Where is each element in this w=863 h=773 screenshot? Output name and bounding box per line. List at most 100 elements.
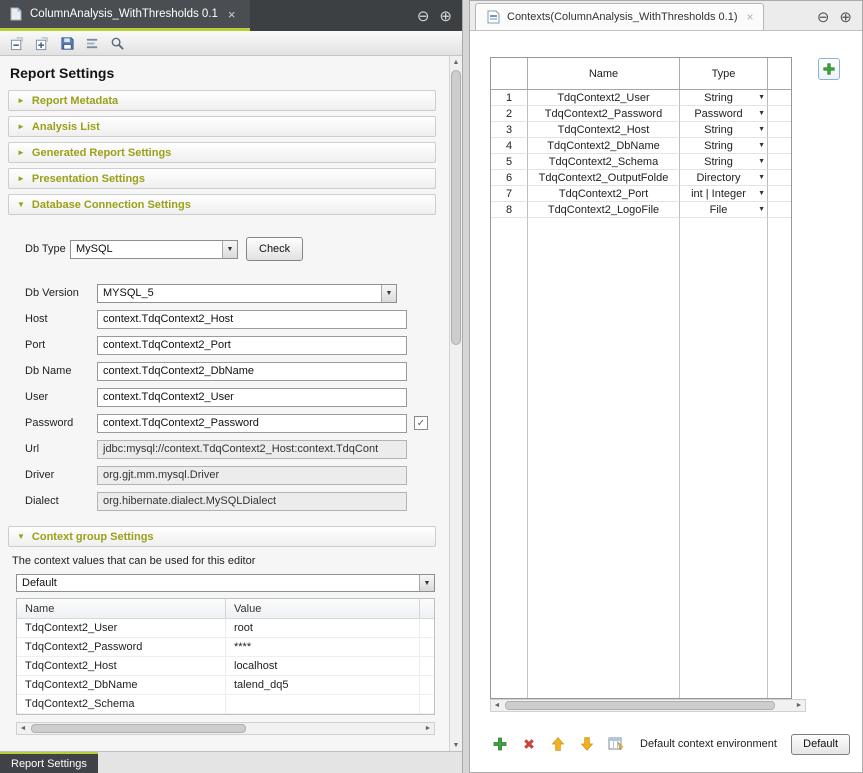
table-row[interactable]: 4 TdqContext2_DbName String▼ bbox=[491, 138, 791, 154]
zoom-icon[interactable] bbox=[109, 35, 125, 51]
chevron-down-icon[interactable]: ▼ bbox=[222, 241, 237, 258]
type-select[interactable]: String▼ bbox=[680, 138, 768, 154]
report-settings-content: Report Settings ► Report Metadata ► Anal… bbox=[0, 56, 450, 751]
add-context-button[interactable] bbox=[490, 734, 510, 754]
db-version-value: MYSQL_5 bbox=[103, 287, 154, 299]
table-row[interactable]: 3 TdqContext2_Host String▼ bbox=[491, 122, 791, 138]
chevron-down-icon: ▼ bbox=[17, 532, 25, 541]
type-select[interactable]: File▼ bbox=[680, 202, 768, 218]
col-header-type[interactable]: Type bbox=[680, 58, 768, 89]
type-select[interactable]: String▼ bbox=[680, 122, 768, 138]
close-icon[interactable]: × bbox=[746, 10, 753, 24]
host-field[interactable]: context.TdqContext2_Host bbox=[97, 310, 407, 329]
table-header-row: Name Type bbox=[491, 58, 791, 90]
db-version-select[interactable]: MYSQL_5 ▼ bbox=[97, 284, 397, 303]
table-row[interactable]: 7 TdqContext2_Port int | Integer▼ bbox=[491, 186, 791, 202]
table-row[interactable]: TdqContext2_User root bbox=[17, 619, 434, 638]
horizontal-scrollbar[interactable]: ◄ ► bbox=[16, 722, 435, 735]
up-arrow-icon bbox=[550, 736, 566, 752]
scrollbar-thumb[interactable] bbox=[31, 724, 246, 733]
col-header-value[interactable]: Value bbox=[226, 599, 420, 618]
host-row: Host context.TdqContext2_Host bbox=[25, 306, 450, 332]
section-context-group-settings[interactable]: ▼ Context group Settings bbox=[8, 526, 436, 547]
section-analysis-list[interactable]: ► Analysis List bbox=[8, 116, 436, 137]
table-row[interactable]: TdqContext2_DbName talend_dq5 bbox=[17, 676, 434, 695]
plus-icon bbox=[822, 62, 836, 76]
col-header-name[interactable]: Name bbox=[17, 599, 226, 618]
context-group-select[interactable]: Default ▼ bbox=[16, 574, 435, 592]
section-report-metadata[interactable]: ► Report Metadata bbox=[8, 90, 436, 111]
chevron-down-icon: ▼ bbox=[758, 174, 765, 181]
close-icon[interactable]: × bbox=[228, 7, 236, 22]
scrollbar-thumb[interactable] bbox=[505, 701, 775, 710]
minimize-icon[interactable]: ⊖ bbox=[817, 8, 830, 26]
password-context-checkbox[interactable]: ✓ bbox=[414, 416, 428, 430]
password-field[interactable]: context.TdqContext2_Password bbox=[97, 414, 407, 433]
type-select[interactable]: Password▼ bbox=[680, 106, 768, 122]
port-field[interactable]: context.TdqContext2_Port bbox=[97, 336, 407, 355]
col-header-name[interactable]: Name bbox=[528, 58, 680, 89]
vertical-scrollbar[interactable]: ▲ ▼ bbox=[449, 56, 462, 751]
host-label: Host bbox=[25, 313, 97, 325]
section-generated-report-settings[interactable]: ► Generated Report Settings bbox=[8, 142, 436, 163]
maximize-icon[interactable]: ⊕ bbox=[839, 8, 852, 26]
chevron-down-icon: ▼ bbox=[17, 200, 25, 209]
scroll-left-icon[interactable]: ◄ bbox=[17, 723, 29, 734]
remove-context-button[interactable] bbox=[519, 734, 539, 754]
tab-report-settings[interactable]: Report Settings bbox=[0, 752, 98, 773]
report-document-icon bbox=[8, 6, 24, 22]
default-environment-button[interactable]: Default bbox=[791, 734, 850, 755]
db-name-field[interactable]: context.TdqContext2_DbName bbox=[97, 362, 407, 381]
expand-all-icon[interactable] bbox=[34, 35, 50, 51]
chevron-down-icon[interactable]: ▼ bbox=[381, 285, 396, 302]
table-row[interactable]: 8 TdqContext2_LogoFile File▼ bbox=[491, 202, 791, 218]
chevron-down-icon[interactable]: ▼ bbox=[419, 575, 434, 591]
section-database-connection-settings[interactable]: ▼ Database Connection Settings bbox=[8, 194, 436, 215]
editor-tab[interactable]: ColumnAnalysis_WithThresholds 0.1 × bbox=[0, 0, 250, 31]
table-header-row: Name Value bbox=[17, 599, 434, 619]
context-environment-icon[interactable] bbox=[606, 734, 626, 754]
table-row[interactable]: 2 TdqContext2_Password Password▼ bbox=[491, 106, 791, 122]
type-select[interactable]: Directory▼ bbox=[680, 170, 768, 186]
scroll-right-icon[interactable]: ► bbox=[422, 723, 434, 734]
col-header-rownum bbox=[491, 58, 528, 89]
scroll-left-icon[interactable]: ◄ bbox=[491, 700, 503, 711]
horizontal-scrollbar[interactable]: ◄ ► bbox=[490, 699, 806, 712]
scrollbar-thumb[interactable] bbox=[451, 70, 461, 345]
table-row[interactable]: 1 TdqContext2_User String▼ bbox=[491, 90, 791, 106]
section-label: Context group Settings bbox=[32, 531, 154, 543]
driver-row: Driver org.gjt.mm.mysql.Driver bbox=[25, 462, 450, 488]
context-group-section: ▼ Context group Settings bbox=[0, 526, 450, 547]
minimize-icon[interactable]: ⊖ bbox=[417, 7, 430, 25]
table-row[interactable]: 6 TdqContext2_OutputFolde Directory▼ bbox=[491, 170, 791, 186]
section-label: Generated Report Settings bbox=[32, 147, 171, 159]
maximize-icon[interactable]: ⊕ bbox=[439, 7, 452, 25]
save-icon[interactable] bbox=[59, 35, 75, 51]
db-type-select[interactable]: MySQL ▼ bbox=[70, 240, 238, 259]
type-select[interactable]: String▼ bbox=[680, 154, 768, 170]
section-presentation-settings[interactable]: ► Presentation Settings bbox=[8, 168, 436, 189]
scroll-down-icon[interactable]: ▼ bbox=[450, 739, 462, 751]
add-context-column-button[interactable] bbox=[818, 58, 840, 80]
table-row[interactable]: TdqContext2_Schema bbox=[17, 695, 434, 714]
table-row[interactable]: TdqContext2_Password **** bbox=[17, 638, 434, 657]
type-select[interactable]: String▼ bbox=[680, 90, 768, 106]
move-up-button[interactable] bbox=[548, 734, 568, 754]
chevron-down-icon: ▼ bbox=[758, 126, 765, 133]
layout-icon[interactable] bbox=[84, 35, 100, 51]
page-title: Report Settings bbox=[0, 56, 450, 90]
check-button[interactable]: Check bbox=[246, 237, 303, 261]
table-row[interactable]: 5 TdqContext2_Schema String▼ bbox=[491, 154, 791, 170]
user-field[interactable]: context.TdqContext2_User bbox=[97, 388, 407, 407]
table-row[interactable]: TdqContext2_Host localhost bbox=[17, 657, 434, 676]
scroll-right-icon[interactable]: ► bbox=[793, 700, 805, 711]
chevron-right-icon: ► bbox=[17, 174, 25, 183]
tab-contexts[interactable]: Contexts(ColumnAnalysis_WithThresholds 0… bbox=[475, 3, 764, 30]
scroll-up-icon[interactable]: ▲ bbox=[450, 56, 462, 68]
collapse-all-icon[interactable] bbox=[9, 35, 25, 51]
red-x-icon bbox=[522, 737, 536, 751]
move-down-button[interactable] bbox=[577, 734, 597, 754]
password-label: Password bbox=[25, 417, 97, 429]
type-select[interactable]: int | Integer▼ bbox=[680, 186, 768, 202]
contexts-view-panel: Contexts(ColumnAnalysis_WithThresholds 0… bbox=[469, 0, 863, 773]
